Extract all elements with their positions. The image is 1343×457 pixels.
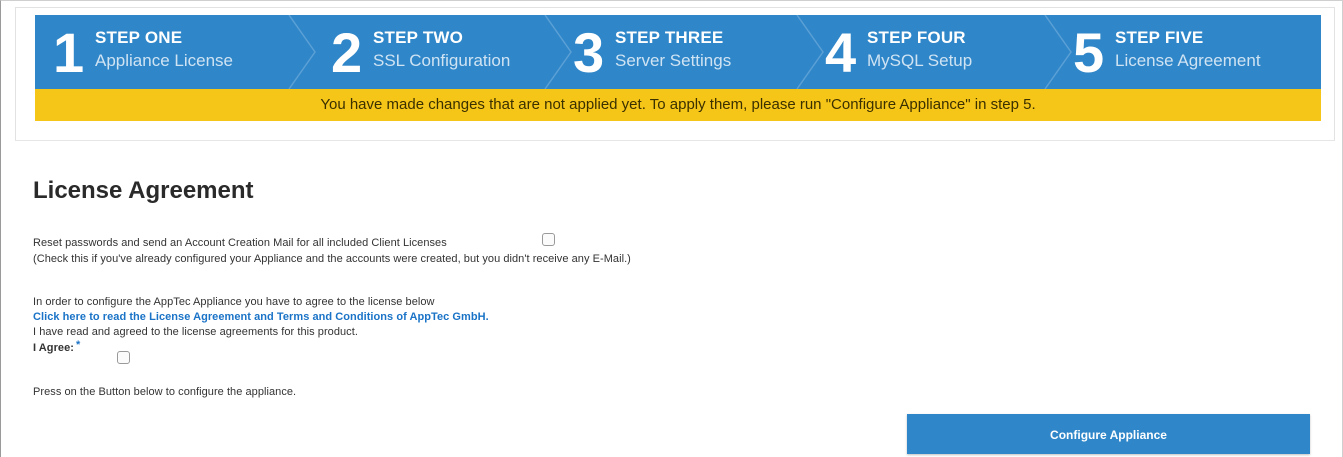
step-number: 1 <box>53 21 85 84</box>
agree-intro-text: In order to configure the AppTec Applian… <box>33 296 435 308</box>
step-title: STEP FIVE <box>1115 28 1204 47</box>
step-title: STEP ONE <box>95 28 183 47</box>
step-four[interactable]: 4 STEP FOUR MySQL Setup <box>807 15 1057 89</box>
step-number: 2 <box>331 21 363 84</box>
step-subtitle: Server Settings <box>615 51 732 70</box>
step-five[interactable]: 5 STEP FIVE License Agreement <box>1055 15 1321 89</box>
reset-passwords-note: (Check this if you've already configured… <box>33 253 631 265</box>
step-number: 4 <box>825 21 857 84</box>
page-title: License Agreement <box>33 177 254 204</box>
step-two[interactable]: 2 STEP TWO SSL Configuration <box>313 15 553 89</box>
agree-label: I Agree: <box>33 342 74 354</box>
reset-passwords-label: Reset passwords and send an Account Crea… <box>33 237 447 249</box>
page: 1 STEP ONE Appliance License 2 STEP TWO … <box>0 0 1343 457</box>
agree-statement-text: I have read and agreed to the license ag… <box>33 326 358 338</box>
step-subtitle: License Agreement <box>1115 51 1261 70</box>
step-title: STEP TWO <box>373 28 464 47</box>
reset-passwords-checkbox[interactable] <box>542 233 555 246</box>
step-title: STEP FOUR <box>867 28 966 47</box>
configure-appliance-button[interactable]: Configure Appliance <box>907 414 1310 454</box>
step-subtitle: SSL Configuration <box>373 51 511 70</box>
pending-changes-banner: You have made changes that are not appli… <box>35 89 1321 121</box>
step-subtitle: MySQL Setup <box>867 51 973 70</box>
required-mark: * <box>75 339 81 351</box>
step-number: 3 <box>573 21 605 84</box>
agree-label-row: I Agree: * <box>33 339 81 354</box>
step-subtitle: Appliance License <box>95 51 233 70</box>
press-instruction-text: Press on the Button below to configure t… <box>33 386 297 398</box>
step-number: 5 <box>1073 21 1105 84</box>
step-one[interactable]: 1 STEP ONE Appliance License <box>35 15 301 89</box>
step-title: STEP THREE <box>615 28 724 47</box>
step-three[interactable]: 3 STEP THREE Server Settings <box>555 15 805 89</box>
license-agreement-link[interactable]: Click here to read the License Agreement… <box>33 311 489 323</box>
wizard-steps: 1 STEP ONE Appliance License 2 STEP TWO … <box>35 15 1321 89</box>
agree-checkbox[interactable] <box>117 351 130 364</box>
